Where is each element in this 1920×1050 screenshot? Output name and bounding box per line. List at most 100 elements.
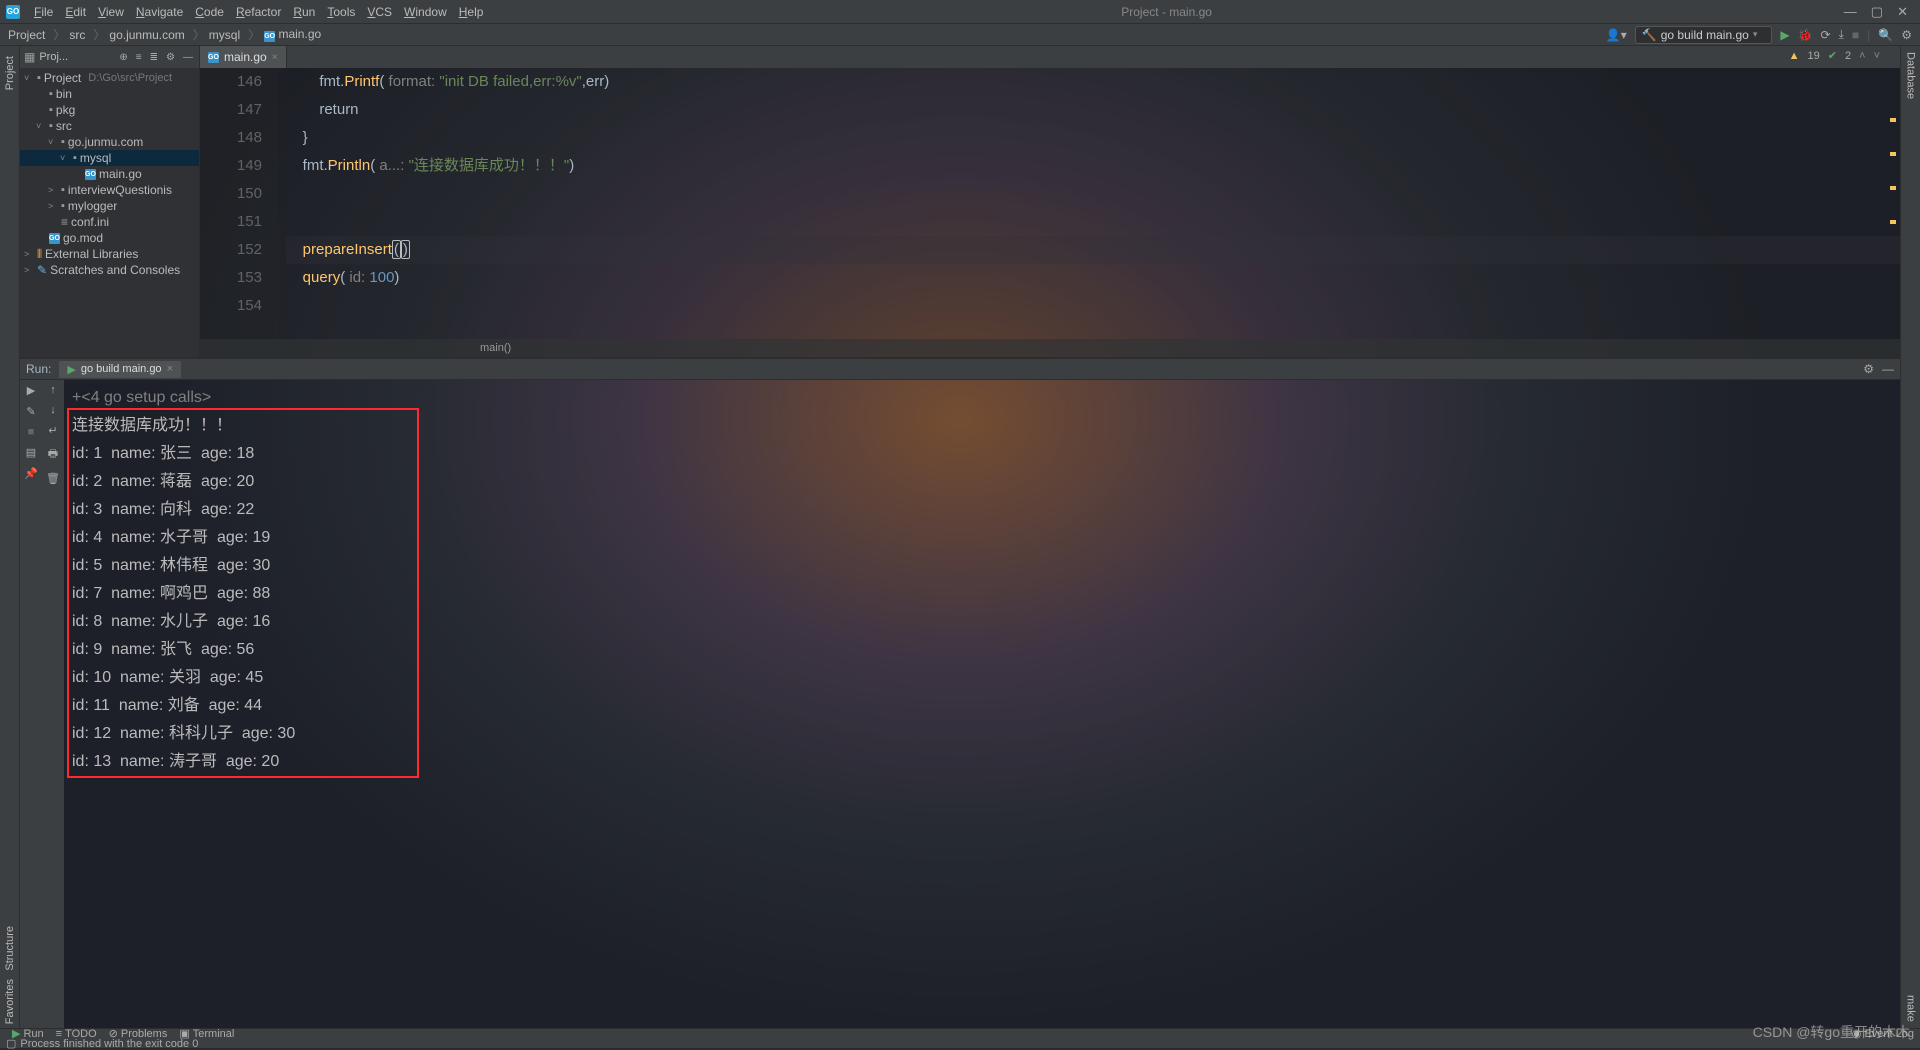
- breadcrumb-item[interactable]: Project: [8, 28, 45, 42]
- tree-item[interactable]: ▪bin: [20, 86, 199, 102]
- tab-project[interactable]: Project: [2, 52, 18, 94]
- debug-icon[interactable]: 🐞: [1798, 28, 1813, 42]
- user-icon[interactable]: 👤▾: [1606, 28, 1627, 42]
- code-editor[interactable]: 146147148149150151152153154 fmt.Printf( …: [200, 68, 1900, 339]
- right-tool-gutter: Database make: [1900, 46, 1920, 1028]
- play-icon: ▶: [67, 363, 75, 376]
- chevron-down-icon[interactable]: ˅: [1874, 50, 1880, 62]
- editor-breadcrumb[interactable]: main(): [200, 339, 1900, 357]
- project-tool-title[interactable]: Proj...: [39, 51, 113, 63]
- tree-item[interactable]: ˅▪go.junmu.com: [20, 134, 199, 150]
- left-tool-gutter: Project Structure Favorites: [0, 46, 20, 1028]
- run-tab-close-icon[interactable]: ×: [167, 363, 173, 375]
- folder-icon: ▪: [61, 136, 65, 148]
- tree-item[interactable]: ▪pkg: [20, 102, 199, 118]
- layout-icon[interactable]: ▤: [26, 446, 36, 459]
- project-tool-window: ▦ Proj... ⊕ ≡ ≣ ⚙ — ˅▪ProjectD:\Go\src\P…: [20, 46, 200, 357]
- go-file-icon: GO: [85, 169, 96, 180]
- breadcrumb-item[interactable]: go.junmu.com: [109, 28, 184, 42]
- watermark: CSDN @转go重开的木木: [1753, 1022, 1910, 1042]
- run-config-selector[interactable]: 🔨 go build main.go ▾: [1635, 26, 1773, 44]
- profile-icon[interactable]: ⤓: [1839, 27, 1844, 42]
- run-tool-gutter: ▶ ✎ ■ ▤ 📌 ↑ ↓ ↵ 🖶 🗑: [20, 380, 64, 1028]
- hide-icon[interactable]: —: [181, 52, 195, 63]
- file-icon: ≡: [61, 215, 68, 229]
- folder-icon: ▪: [49, 104, 53, 116]
- tree-item[interactable]: ˃▪interviewQuestionis: [20, 182, 199, 198]
- wrap-icon[interactable]: ↵: [48, 424, 57, 437]
- tree-item[interactable]: ˃▪mylogger: [20, 198, 199, 214]
- tab-favorites[interactable]: Favorites: [2, 975, 18, 1028]
- search-icon[interactable]: 🔍: [1878, 28, 1893, 42]
- tab-structure[interactable]: Structure: [2, 922, 18, 975]
- menu-code[interactable]: Code: [189, 5, 230, 19]
- tree-item[interactable]: ˅▪ProjectD:\Go\src\Project: [20, 70, 199, 86]
- tab-close-icon[interactable]: ×: [272, 52, 278, 63]
- tree-item[interactable]: ˅▪mysql: [20, 150, 199, 166]
- folder-icon: ▪: [49, 120, 53, 132]
- breadcrumb-item[interactable]: mysql: [209, 28, 240, 42]
- run-tool-tab[interactable]: ▶ go build main.go ×: [59, 361, 181, 378]
- stop-icon[interactable]: ■: [1852, 28, 1859, 42]
- run-tool-tab-label: go build main.go: [81, 363, 162, 375]
- attach-icon[interactable]: ✎: [26, 405, 35, 418]
- tree-item[interactable]: ˃⫴External Libraries: [20, 246, 199, 262]
- tree-item[interactable]: ≡conf.ini: [20, 214, 199, 230]
- error-stripe[interactable]: [1890, 118, 1896, 224]
- statusbar: ▶Run ≡ TODO ⊘ Problems ▣ Terminal ◉ Even…: [0, 1028, 1920, 1048]
- menu-refactor[interactable]: Refactor: [230, 5, 287, 19]
- run-settings-icon[interactable]: ⚙: [1863, 362, 1874, 376]
- editor-tab-main[interactable]: GO main.go ×: [200, 46, 287, 68]
- menu-tools[interactable]: Tools: [321, 5, 361, 19]
- menu-edit[interactable]: Edit: [59, 5, 92, 19]
- menu-window[interactable]: Window: [398, 5, 453, 19]
- down-icon[interactable]: ↓: [50, 404, 56, 416]
- go-file-icon: GO: [49, 233, 60, 244]
- menu-file[interactable]: File: [28, 5, 59, 19]
- warning-icon: ▲: [1789, 50, 1800, 62]
- collapse-icon[interactable]: ≣: [148, 52, 160, 63]
- select-target-icon[interactable]: ⊕: [117, 52, 129, 63]
- project-view-icon: ▦: [24, 50, 35, 64]
- run-hide-icon[interactable]: —: [1882, 362, 1894, 376]
- stop-run-icon[interactable]: ■: [28, 426, 35, 438]
- tree-item[interactable]: GOgo.mod: [20, 230, 199, 246]
- menu-run[interactable]: Run: [287, 5, 321, 19]
- go-file-icon: GO: [208, 52, 219, 63]
- coverage-icon[interactable]: ⟳: [1821, 28, 1831, 42]
- library-icon: ⫴: [37, 247, 42, 262]
- window-title: Project - main.go: [489, 5, 1843, 19]
- inspection-status[interactable]: ▲19 ✔2 ˄ ˅: [1789, 49, 1880, 62]
- tree-item[interactable]: ˅▪src: [20, 118, 199, 134]
- tree-item[interactable]: ˃✎Scratches and Consoles: [20, 262, 199, 278]
- chevron-up-icon[interactable]: ˄: [1859, 50, 1865, 62]
- status-message-icon: ▢: [6, 1037, 16, 1050]
- gear-icon[interactable]: ⚙: [1901, 28, 1912, 42]
- editor-panel: GO main.go × ▲19 ✔2 ˄ ˅ 1461471481491501…: [200, 46, 1900, 357]
- tab-database[interactable]: Database: [1903, 46, 1919, 105]
- run-console[interactable]: +<4 go setup calls>连接数据库成功！！！id: 1 name:…: [64, 380, 1900, 1028]
- trash-icon[interactable]: 🗑: [46, 472, 60, 485]
- menu-navigate[interactable]: Navigate: [130, 5, 189, 19]
- print-icon[interactable]: 🖶: [48, 445, 58, 464]
- rerun-icon[interactable]: ▶: [27, 384, 35, 397]
- maximize-icon[interactable]: ▢: [1871, 4, 1883, 20]
- breadcrumb-item[interactable]: src: [69, 28, 85, 42]
- folder-icon: ▪: [73, 152, 77, 164]
- close-icon[interactable]: ✕: [1897, 4, 1908, 20]
- project-tree[interactable]: ˅▪ProjectD:\Go\src\Project▪bin▪pkg˅▪src˅…: [20, 68, 199, 357]
- pin-icon[interactable]: 📌: [24, 467, 38, 480]
- settings-icon[interactable]: ⚙: [164, 52, 177, 63]
- run-icon[interactable]: ▶: [1780, 28, 1789, 42]
- minimize-icon[interactable]: —: [1844, 4, 1857, 20]
- breadcrumb-item[interactable]: GO main.go: [264, 27, 321, 42]
- folder-icon: ▪: [49, 88, 53, 100]
- tree-item[interactable]: GOmain.go: [20, 166, 199, 182]
- menu-help[interactable]: Help: [453, 5, 490, 19]
- menu-vcs[interactable]: VCS: [361, 5, 398, 19]
- menu-view[interactable]: View: [92, 5, 130, 19]
- editor-tab-label: main.go: [224, 50, 267, 64]
- up-icon[interactable]: ↑: [50, 384, 56, 396]
- breadcrumb: Project〉src〉go.junmu.com〉mysql〉GO main.g…: [0, 24, 1920, 46]
- expand-icon[interactable]: ≡: [134, 52, 144, 63]
